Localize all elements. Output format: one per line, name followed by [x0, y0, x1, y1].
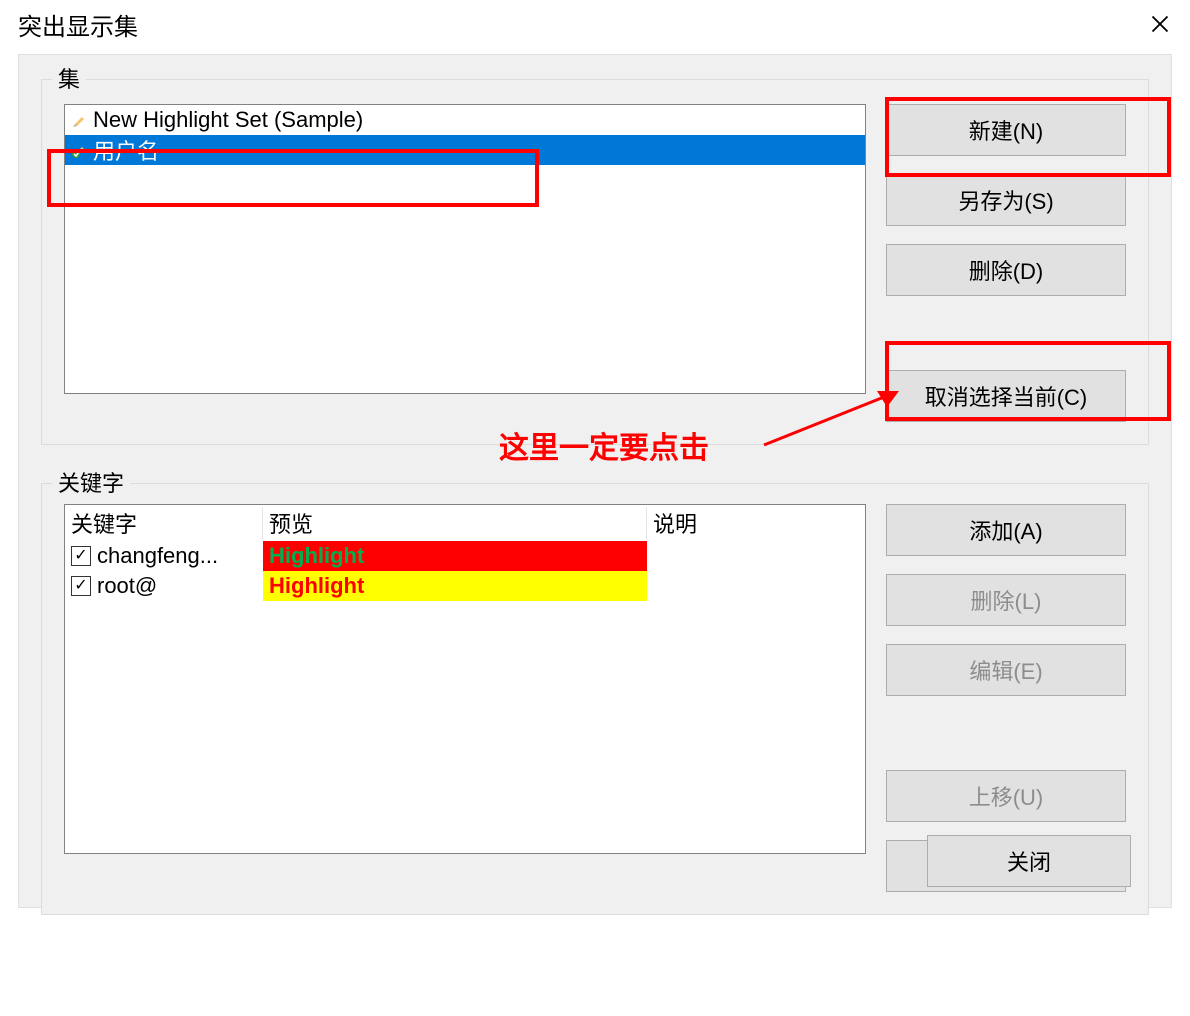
preview-cell: Highlight [263, 571, 647, 601]
deselect-button[interactable]: 取消选择当前(C) [886, 370, 1126, 422]
dialog-title: 突出显示集 [18, 7, 138, 42]
list-item[interactable]: 用户名 [65, 135, 865, 165]
highlight-set-icon [71, 111, 89, 129]
list-item[interactable]: New Highlight Set (Sample) [65, 105, 865, 135]
row-checkbox[interactable]: ✓ [71, 546, 91, 566]
preview-cell: Highlight [263, 541, 647, 571]
keyword-table-header: 关键字 预览 说明 [65, 505, 865, 541]
row-checkbox[interactable]: ✓ [71, 576, 91, 596]
list-item-label: New Highlight Set (Sample) [93, 107, 363, 133]
desc-cell [647, 571, 865, 601]
set-buttons: 新建(N) 另存为(S) 删除(D) 取消选择当前(C) [886, 104, 1126, 422]
keyword-table[interactable]: 关键字 预览 说明 ✓ changfeng... Highlight [64, 504, 866, 854]
delete-set-button[interactable]: 删除(D) [886, 244, 1126, 296]
keyword-text: changfeng... [97, 543, 218, 569]
dialog-content: 集 New Highlight Set (Sample) 用户名 [18, 54, 1172, 908]
set-fieldset: 集 New Highlight Set (Sample) 用户名 [41, 79, 1149, 445]
delete-keyword-button[interactable]: 删除(L) [886, 574, 1126, 626]
close-icon[interactable] [1142, 6, 1178, 42]
highlight-set-check-icon [71, 141, 89, 159]
list-item-label: 用户名 [93, 134, 159, 166]
spacer [886, 714, 1126, 752]
moveup-button[interactable]: 上移(U) [886, 770, 1126, 822]
spacer [886, 314, 1126, 352]
desc-cell [647, 541, 865, 571]
footer: 关闭 [927, 835, 1131, 887]
close-button[interactable]: 关闭 [927, 835, 1131, 887]
saveas-button[interactable]: 另存为(S) [886, 174, 1126, 226]
keyword-buttons: 添加(A) 删除(L) 编辑(E) 上移(U) 下移(O) [886, 504, 1126, 892]
titlebar: 突出显示集 [0, 0, 1190, 40]
header-desc[interactable]: 说明 [647, 507, 865, 539]
header-keyword[interactable]: 关键字 [65, 507, 263, 539]
annotation-text: 这里一定要点击 [499, 423, 709, 467]
table-row[interactable]: ✓ changfeng... Highlight [65, 541, 865, 571]
keyword-text: root@ [97, 573, 157, 599]
edit-button[interactable]: 编辑(E) [886, 644, 1126, 696]
table-row[interactable]: ✓ root@ Highlight [65, 571, 865, 601]
add-button[interactable]: 添加(A) [886, 504, 1126, 556]
set-legend: 集 [52, 62, 86, 94]
keyword-legend: 关键字 [52, 466, 130, 498]
header-preview[interactable]: 预览 [263, 507, 647, 539]
new-button[interactable]: 新建(N) [886, 104, 1126, 156]
highlight-set-dialog: 突出显示集 集 New Highlight Set (Sample) [0, 0, 1190, 1016]
set-listbox[interactable]: New Highlight Set (Sample) 用户名 [64, 104, 866, 394]
